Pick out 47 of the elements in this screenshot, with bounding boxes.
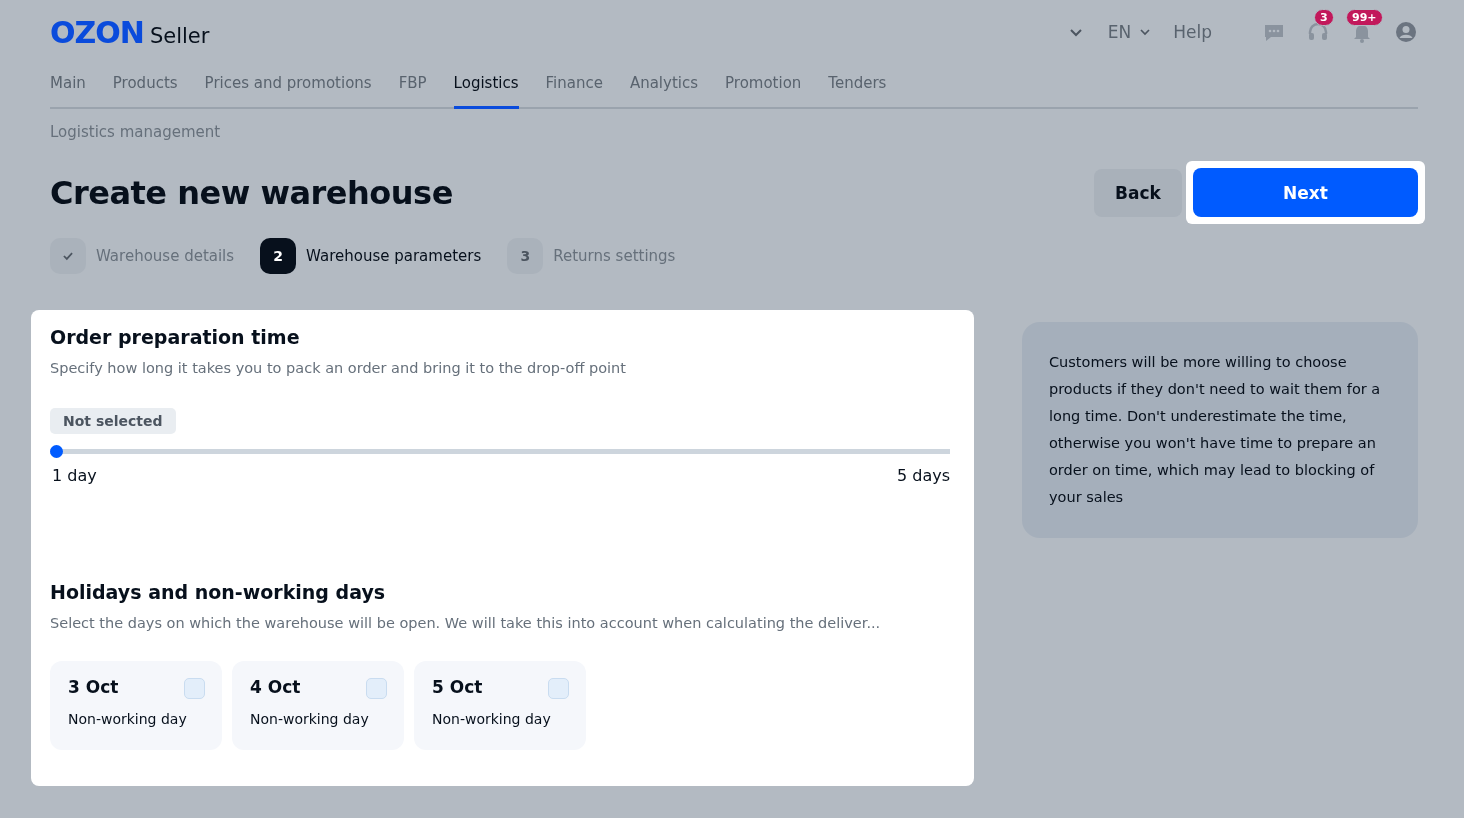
slider-thumb[interactable] (50, 445, 63, 458)
step-label: Warehouse details (96, 247, 235, 265)
day-card[interactable]: 5 Oct Non-working day (414, 661, 586, 750)
day-checkbox[interactable] (548, 678, 569, 699)
step-number: 3 (507, 238, 544, 274)
section-title: Order preparation time (50, 326, 301, 348)
step-check-icon (50, 238, 86, 274)
nav-tab[interactable]: Main (50, 64, 86, 109)
day-date: 5 Oct (432, 677, 483, 697)
day-note: Non-working day (250, 711, 370, 727)
section-description: Specify how long it takes you to pack an order and bring it to the drop-off point (50, 360, 627, 376)
nav-tab[interactable]: Prices and promotions (204, 64, 372, 109)
language-select[interactable]: EN (1107, 22, 1154, 42)
slider-min-label: 1 day (52, 466, 97, 485)
step-label: Warehouse parameters (306, 247, 482, 265)
notification-badge: 99+ (1346, 9, 1383, 26)
day-note: Non-working day (68, 711, 188, 727)
next-button[interactable]: Next (1193, 168, 1418, 217)
nav-tab[interactable]: Promotion (725, 64, 802, 109)
nav-tab[interactable]: Analytics (629, 64, 698, 109)
day-checkbox[interactable] (366, 678, 387, 699)
day-card[interactable]: 4 Oct Non-working day (232, 661, 404, 750)
day-card[interactable]: 3 Oct Non-working day (50, 661, 222, 750)
day-checkbox[interactable] (184, 678, 205, 699)
nav-tab[interactable]: FBP (398, 64, 427, 109)
value-tag: Not selected (50, 408, 176, 434)
tip-panel: Customers will be more willing to choose products if they don't need to wait them for a long time. Don't underestimate the time, otherwise you won't have time to prepare an order on time, which may lead to blocking of your sales (1022, 322, 1418, 538)
slider-max-label: 5 days (896, 466, 950, 485)
nav-tab[interactable]: Logistics (453, 64, 519, 109)
step-label: Returns settings (553, 247, 676, 265)
day-date: 3 Oct (68, 677, 119, 697)
step-number: 2 (260, 238, 297, 274)
logo[interactable]: OZON (50, 14, 144, 50)
page-title: Create new warehouse (50, 173, 454, 212)
support-badge: 3 (1314, 9, 1334, 26)
nav-tab[interactable]: Products (112, 64, 178, 109)
nav-tab[interactable]: Tenders (828, 64, 887, 109)
user-avatar-icon[interactable] (1394, 20, 1418, 44)
breadcrumb-link[interactable]: Logistics management (50, 123, 1418, 141)
day-note: Non-working day (432, 711, 552, 727)
section-title: Holidays and non-working days (50, 581, 387, 603)
help-link[interactable]: Help (1173, 22, 1212, 42)
day-date: 4 Oct (250, 677, 301, 697)
back-button[interactable]: Back (1094, 168, 1182, 217)
nav-tab[interactable]: Finance (545, 64, 603, 109)
section-description: Select the days on which the warehouse will be open. We will take this into account when calculating the deliver... (50, 615, 882, 631)
logo-subtitle: Seller (149, 23, 210, 48)
